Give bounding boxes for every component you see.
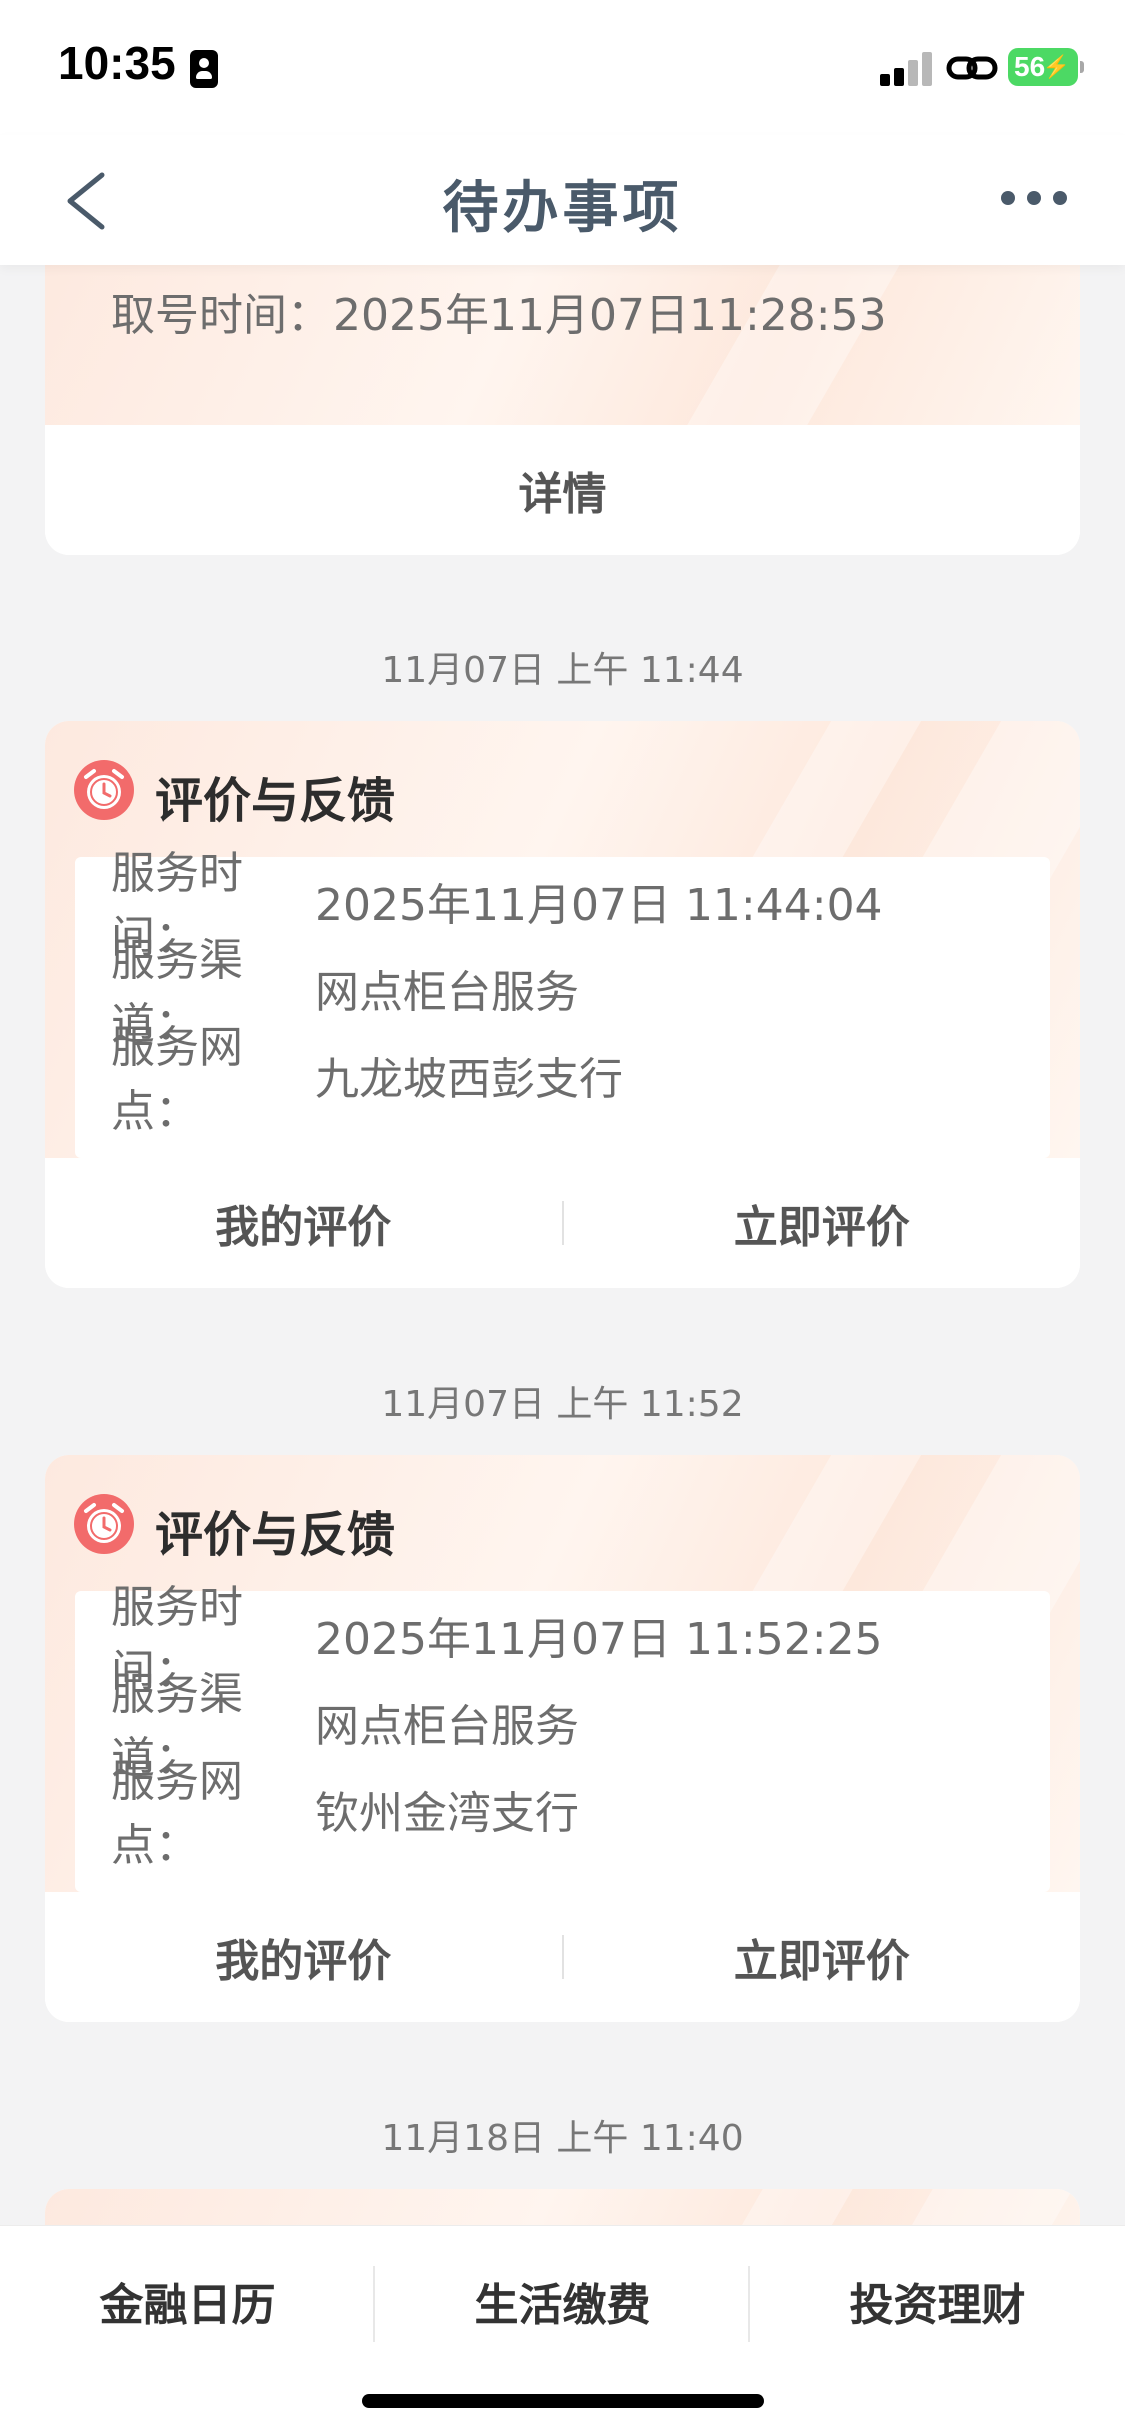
charging-bolt-icon: ⚡ xyxy=(1042,54,1070,79)
ticket-time-row: 取号时间： 2025年11月07日11:28:53 xyxy=(45,267,1080,354)
timestamp: 11月18日 上午 11:40 xyxy=(381,2118,744,2159)
service-branch-label: 服务网点： xyxy=(111,1021,243,1137)
card-title: 评价与反馈 xyxy=(155,1507,396,1563)
page-title: 待办事项 xyxy=(442,176,683,241)
service-channel-value: 网点柜台服务 xyxy=(315,966,579,1018)
service-branch-label: 服务网点： xyxy=(111,1755,243,1871)
tab-bill-payment[interactable]: 生活缴费 xyxy=(375,2226,750,2376)
my-review-button[interactable]: 我的评价 xyxy=(45,1925,562,1989)
contact-card-icon xyxy=(190,50,218,88)
alarm-clock-icon xyxy=(74,1494,134,1554)
details-button[interactable]: 详情 xyxy=(45,458,1080,522)
service-time-value: 2025年11月07日 11:52:25 xyxy=(315,1613,883,1665)
card-actions: 我的评价 立即评价 xyxy=(45,1892,1080,2022)
service-info: 服务时间： 2025年11月07日 11:44:04 服务渠道： 网点柜台服务 … xyxy=(75,848,1050,1158)
timestamp: 11月07日 上午 11:52 xyxy=(381,1384,744,1425)
service-branch-value: 钦州金湾支行 xyxy=(315,1787,579,1839)
home-indicator[interactable] xyxy=(362,2394,764,2408)
status-bar: 10:35 56 ⚡ xyxy=(0,0,1125,135)
battery-level: 56 xyxy=(1014,51,1046,82)
alarm-clock-icon xyxy=(74,760,134,820)
feedback-card xyxy=(45,2189,1080,2225)
service-branch-value: 九龙坡西彭支行 xyxy=(315,1053,623,1105)
tab-investment[interactable]: 投资理财 xyxy=(750,2226,1125,2376)
navigation-bar: 待办事项 xyxy=(0,135,1125,265)
service-branch-row: 服务网点： 钦州金湾支行 xyxy=(75,1756,1050,1871)
ticket-time-label: 取号时间： xyxy=(111,289,331,341)
todo-list[interactable]: 取号时间： 2025年11月07日11:28:53 详情 11月07日 上午 1… xyxy=(0,265,1125,2225)
card-actions: 我的评价 立即评价 xyxy=(45,1158,1080,1288)
card-actions: 详情 xyxy=(45,425,1080,555)
service-info: 服务时间： 2025年11月07日 11:52:25 服务渠道： 网点柜台服务 … xyxy=(75,1582,1050,1892)
my-review-button[interactable]: 我的评价 xyxy=(45,1191,562,1255)
queue-ticket-card: 取号时间： 2025年11月07日11:28:53 详情 xyxy=(45,265,1080,555)
review-now-button[interactable]: 立即评价 xyxy=(564,1191,1081,1255)
service-branch-row: 服务网点： 九龙坡西彭支行 xyxy=(75,1022,1050,1137)
feedback-card: 评价与反馈 服务时间： 2025年11月07日 11:44:04 服务渠道： 网… xyxy=(45,721,1080,1288)
status-time: 10:35 xyxy=(58,37,176,89)
review-now-button[interactable]: 立即评价 xyxy=(564,1925,1081,1989)
service-time-value: 2025年11月07日 11:44:04 xyxy=(315,879,883,931)
tab-financial-calendar[interactable]: 金融日历 xyxy=(0,2226,375,2376)
cellular-signal-icon xyxy=(880,52,936,86)
battery-indicator: 56 ⚡ xyxy=(1008,48,1084,86)
more-dots-icon[interactable] xyxy=(1001,187,1067,207)
timestamp: 11月07日 上午 11:44 xyxy=(381,650,744,691)
feedback-card: 评价与反馈 服务时间： 2025年11月07日 11:52:25 服务渠道： 网… xyxy=(45,1455,1080,2022)
card-title: 评价与反馈 xyxy=(155,773,396,829)
service-channel-value: 网点柜台服务 xyxy=(315,1700,579,1752)
personal-hotspot-icon xyxy=(946,56,998,80)
ticket-time-value: 2025年11月07日11:28:53 xyxy=(333,289,887,341)
